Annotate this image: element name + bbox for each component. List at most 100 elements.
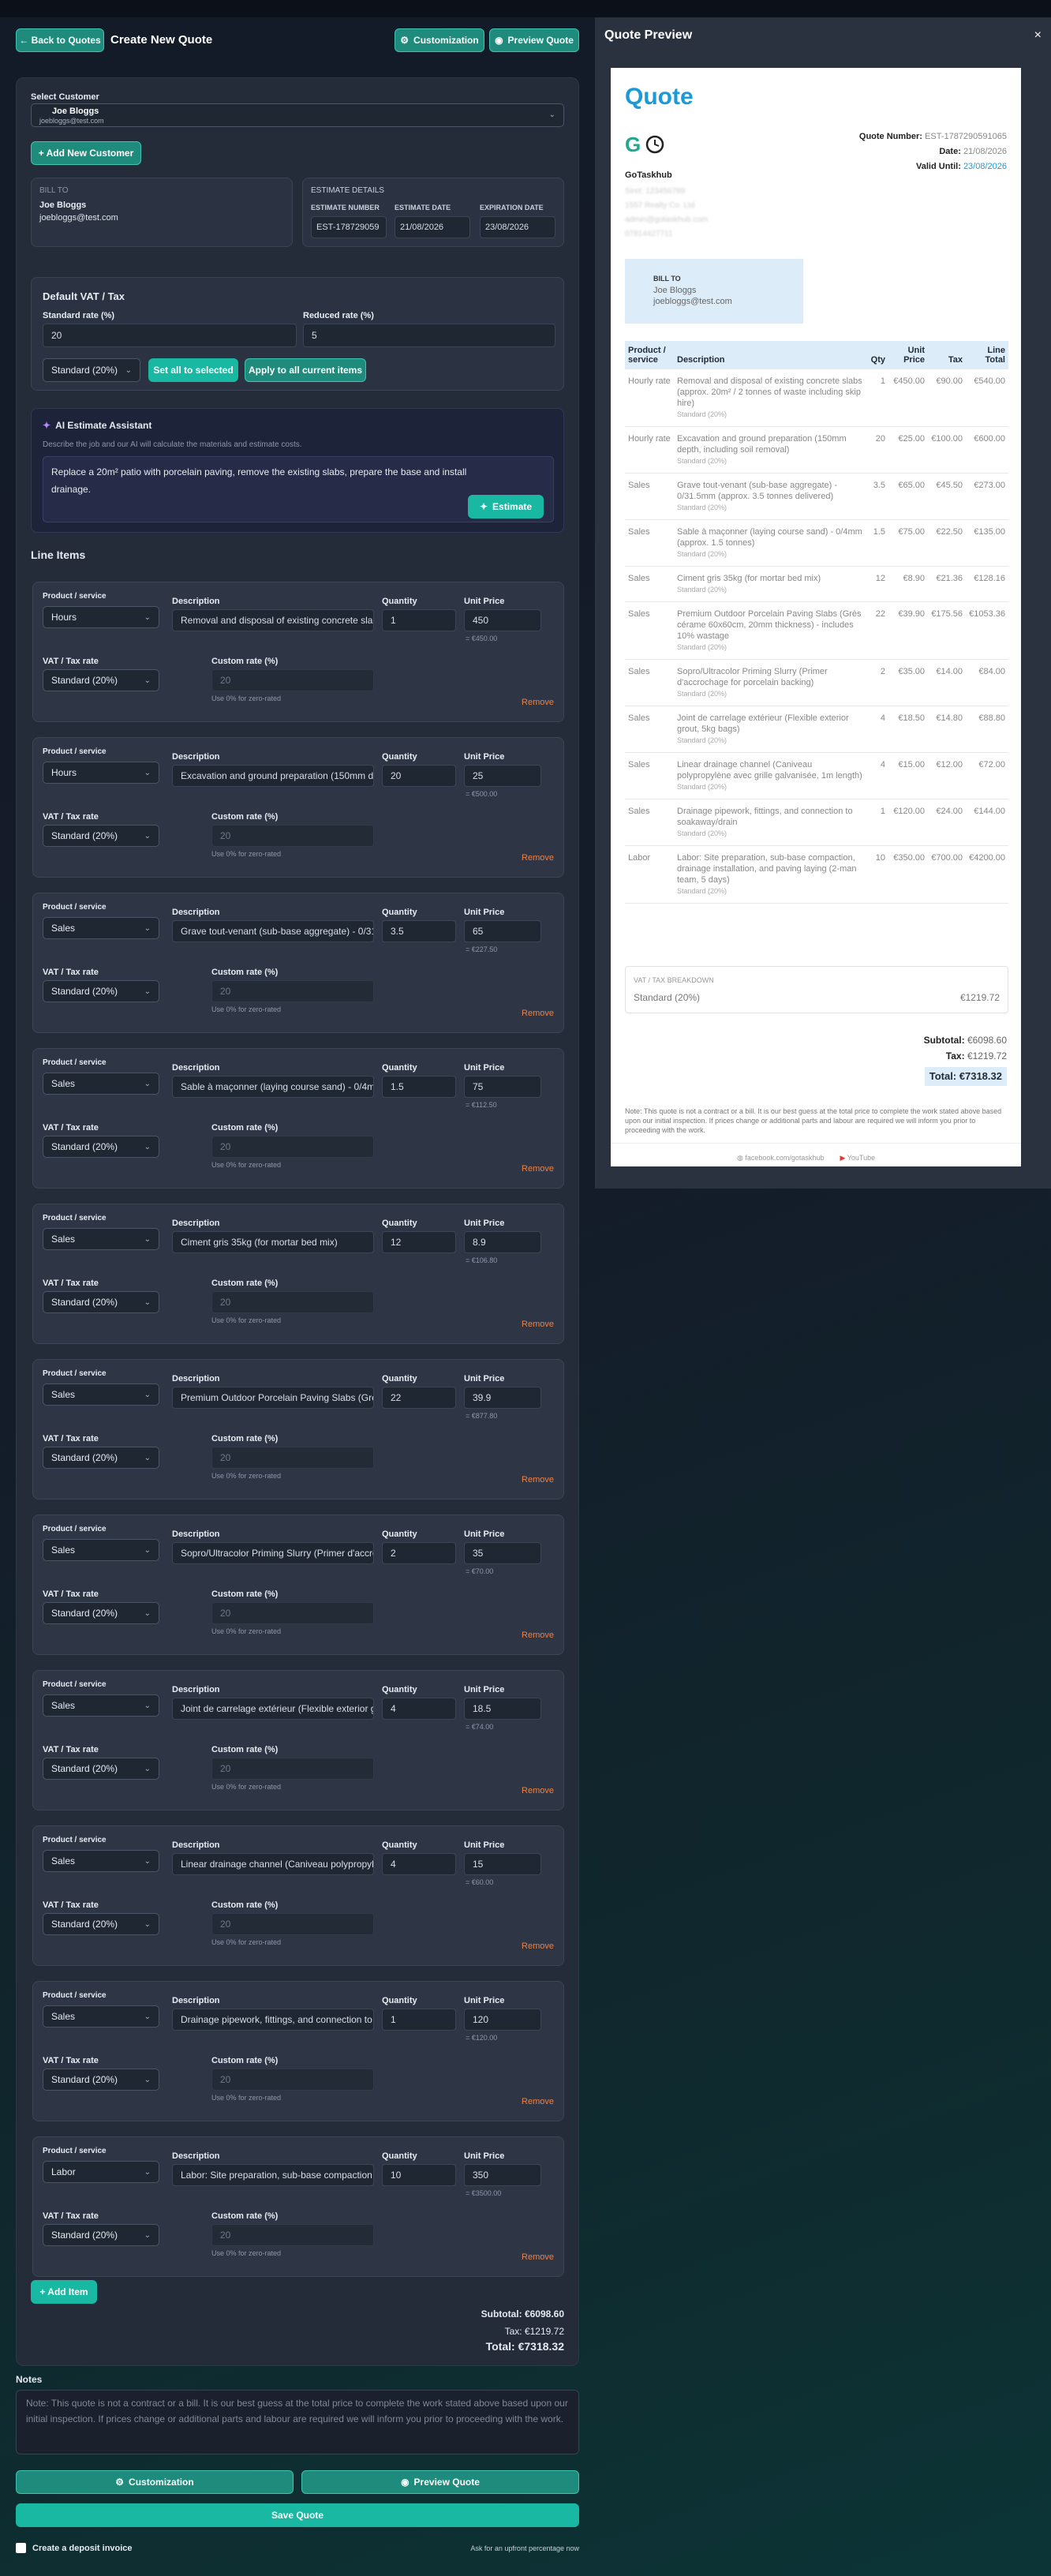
description-input[interactable]: Labor: Site preparation, sub-base compac… xyxy=(172,2164,374,2186)
custom-rate-input[interactable]: 20 xyxy=(211,1913,374,1935)
quantity-input[interactable]: 22 xyxy=(382,1387,456,1409)
custom-rate-input[interactable]: 20 xyxy=(211,1447,374,1469)
product-select[interactable]: Sales ⌄ xyxy=(43,1383,159,1406)
custom-rate-input[interactable]: 20 xyxy=(211,2224,374,2246)
custom-rate-input[interactable]: 20 xyxy=(211,669,374,691)
footer-preview-button[interactable]: ◉ Preview Quote xyxy=(301,2470,579,2494)
quantity-input[interactable]: 12 xyxy=(382,1231,456,1253)
vat-rate-select[interactable]: Standard (20%) ⌄ xyxy=(43,1913,159,1935)
product-select[interactable]: Sales ⌄ xyxy=(43,1694,159,1717)
vat-rate-select[interactable]: Standard (20%) ⌄ xyxy=(43,2224,159,2246)
estimate-button[interactable]: ✦ Estimate xyxy=(468,495,544,519)
add-item-button[interactable]: + Add Item xyxy=(31,2280,97,2304)
remove-item-button[interactable]: Remove xyxy=(522,1941,554,1951)
remove-item-button[interactable]: Remove xyxy=(522,853,554,863)
custom-rate-input[interactable]: 20 xyxy=(211,1602,374,1624)
quantity-input[interactable]: 4 xyxy=(382,1853,456,1875)
product-select[interactable]: Sales ⌄ xyxy=(43,1073,159,1095)
vat-rate-select[interactable]: Standard (20%) ⌄ xyxy=(43,1136,159,1158)
product-select[interactable]: Hours ⌄ xyxy=(43,606,159,628)
description-input[interactable]: Sopro/Ultracolor Priming Slurry (Primer … xyxy=(172,1542,374,1564)
description-input[interactable]: Excavation and ground preparation (150mm… xyxy=(172,765,374,787)
remove-item-button[interactable]: Remove xyxy=(522,1009,554,1018)
remove-item-button[interactable]: Remove xyxy=(522,1631,554,1640)
quantity-input[interactable]: 2 xyxy=(382,1542,456,1564)
remove-item-button[interactable]: Remove xyxy=(522,1164,554,1174)
customer-select[interactable]: Joe Bloggs joebloggs@test.com ⌄ xyxy=(31,103,564,127)
standard-rate-input[interactable]: 20 xyxy=(43,324,297,347)
custom-rate-input[interactable]: 20 xyxy=(211,825,374,847)
description-input[interactable]: Joint de carrelage extérieur (Flexible e… xyxy=(172,1698,374,1720)
vat-rate-select[interactable]: Standard (20%) ⌄ xyxy=(43,1602,159,1624)
vat-rate-select[interactable]: Standard (20%) ⌄ xyxy=(43,1291,159,1313)
estimate-number-input[interactable]: EST-178729059 xyxy=(311,216,387,238)
unit-price-input[interactable]: 18.5 xyxy=(464,1698,541,1720)
remove-item-button[interactable]: Remove xyxy=(522,1475,554,1485)
close-icon[interactable]: × xyxy=(1034,28,1042,43)
preview-quote-button[interactable]: ◉ Preview Quote xyxy=(489,28,579,52)
ai-prompt-textarea[interactable]: Replace a 20m² patio with porcelain pavi… xyxy=(43,456,554,522)
unit-price-input[interactable]: 25 xyxy=(464,765,541,787)
custom-rate-input[interactable]: 20 xyxy=(211,980,374,1002)
description-input[interactable]: Removal and disposal of existing concret… xyxy=(172,609,374,631)
quantity-input[interactable]: 1.5 xyxy=(382,1076,456,1098)
description-input[interactable]: Linear drainage channel (Caniveau polypr… xyxy=(172,1853,374,1875)
default-vat-select[interactable]: Standard (20%) ⌄ xyxy=(43,358,140,382)
custom-rate-input[interactable]: 20 xyxy=(211,1758,374,1780)
vat-rate-select[interactable]: Standard (20%) ⌄ xyxy=(43,669,159,691)
description-input[interactable]: Grave tout-venant (sub-base aggregate) -… xyxy=(172,920,374,942)
vat-rate-select[interactable]: Standard (20%) ⌄ xyxy=(43,1447,159,1469)
custom-rate-input[interactable]: 20 xyxy=(211,1136,374,1158)
description-input[interactable]: Ciment gris 35kg (for mortar bed mix) xyxy=(172,1231,374,1253)
notes-textarea[interactable]: Note: This quote is not a contract or a … xyxy=(16,2390,579,2454)
remove-item-button[interactable]: Remove xyxy=(522,1320,554,1329)
description-input[interactable]: Sable à maçonner (laying course sand) - … xyxy=(172,1076,374,1098)
unit-price-input[interactable]: 65 xyxy=(464,920,541,942)
product-select[interactable]: Hours ⌄ xyxy=(43,762,159,784)
quantity-input[interactable]: 20 xyxy=(382,765,456,787)
product-select[interactable]: Sales ⌄ xyxy=(43,917,159,939)
remove-item-button[interactable]: Remove xyxy=(522,698,554,707)
apply-to-all-items-button[interactable]: Apply to all current items xyxy=(245,358,366,382)
product-select[interactable]: Sales ⌄ xyxy=(43,2005,159,2027)
unit-price-input[interactable]: 15 xyxy=(464,1853,541,1875)
quantity-input[interactable]: 10 xyxy=(382,2164,456,2186)
remove-item-button[interactable]: Remove xyxy=(522,2097,554,2106)
quantity-input[interactable]: 4 xyxy=(382,1698,456,1720)
product-select[interactable]: Sales ⌄ xyxy=(43,1228,159,1250)
facebook-link[interactable]: ◍ facebook.com/gotaskhub xyxy=(737,1154,824,1163)
customization-button[interactable]: ⚙ Customization xyxy=(395,28,484,52)
vat-rate-select[interactable]: Standard (20%) ⌄ xyxy=(43,825,159,847)
product-select[interactable]: Sales ⌄ xyxy=(43,1539,159,1561)
unit-price-input[interactable]: 450 xyxy=(464,609,541,631)
vat-rate-select[interactable]: Standard (20%) ⌄ xyxy=(43,1758,159,1780)
expiration-date-input[interactable]: 23/08/2026 xyxy=(480,216,555,238)
custom-rate-input[interactable]: 20 xyxy=(211,2069,374,2091)
description-input[interactable]: Drainage pipework, fittings, and connect… xyxy=(172,2009,374,2031)
remove-item-button[interactable]: Remove xyxy=(522,1786,554,1795)
unit-price-input[interactable]: 75 xyxy=(464,1076,541,1098)
product-select[interactable]: Sales ⌄ xyxy=(43,1850,159,1872)
unit-price-input[interactable]: 8.9 xyxy=(464,1231,541,1253)
set-all-to-selected-button[interactable]: Set all to selected xyxy=(148,358,238,382)
unit-price-input[interactable]: 35 xyxy=(464,1542,541,1564)
unit-price-input[interactable]: 120 xyxy=(464,2009,541,2031)
deposit-checkbox[interactable] xyxy=(16,2543,26,2553)
custom-rate-input[interactable]: 20 xyxy=(211,1291,374,1313)
quantity-input[interactable]: 1 xyxy=(382,2009,456,2031)
product-select[interactable]: Labor ⌄ xyxy=(43,2161,159,2183)
estimate-date-input[interactable]: 21/08/2026 xyxy=(395,216,470,238)
youtube-link[interactable]: ▶ YouTube xyxy=(840,1154,875,1163)
quantity-input[interactable]: 3.5 xyxy=(382,920,456,942)
save-quote-button[interactable]: Save Quote xyxy=(16,2503,579,2527)
unit-price-input[interactable]: 39.9 xyxy=(464,1387,541,1409)
reduced-rate-input[interactable]: 5 xyxy=(303,324,555,347)
description-input[interactable]: Premium Outdoor Porcelain Paving Slabs (… xyxy=(172,1387,374,1409)
unit-price-input[interactable]: 350 xyxy=(464,2164,541,2186)
quantity-input[interactable]: 1 xyxy=(382,609,456,631)
vat-rate-select[interactable]: Standard (20%) ⌄ xyxy=(43,2069,159,2091)
footer-customization-button[interactable]: ⚙ Customization xyxy=(16,2470,294,2494)
remove-item-button[interactable]: Remove xyxy=(522,2252,554,2262)
vat-rate-select[interactable]: Standard (20%) ⌄ xyxy=(43,980,159,1002)
back-to-quotes-button[interactable]: ← Back to Quotes xyxy=(16,28,104,52)
